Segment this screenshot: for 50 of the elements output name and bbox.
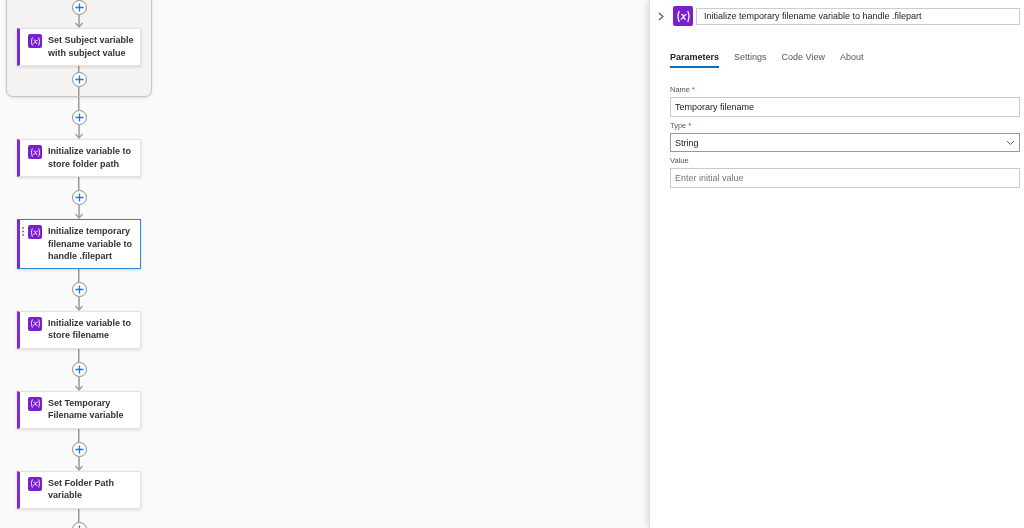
connector-line bbox=[77, 428, 81, 442]
plus-icon bbox=[74, 444, 84, 454]
action-card[interactable]: Set Folder Path variable bbox=[17, 470, 141, 509]
add-step-button[interactable] bbox=[71, 190, 87, 205]
action-title: Set Temporary Filename variable bbox=[48, 396, 125, 422]
action-title: Initialize temporary filename variable to handle .filepart bbox=[48, 225, 134, 263]
connector-line bbox=[77, 177, 81, 190]
action-card[interactable]: Initialize temporary filename variable to handle .filepart bbox=[17, 219, 141, 269]
add-step-button[interactable] bbox=[71, 281, 87, 297]
tab[interactable]: Code View bbox=[781, 52, 825, 68]
connector-line bbox=[77, 66, 81, 72]
variable-icon bbox=[28, 34, 42, 48]
action-title: Set Folder Path variable bbox=[48, 476, 115, 502]
add-step-button[interactable] bbox=[71, 110, 87, 125]
type-dropdown[interactable]: String bbox=[670, 133, 1020, 152]
tab[interactable]: About bbox=[839, 52, 864, 68]
connector-line bbox=[77, 508, 81, 522]
tab[interactable]: Parameters bbox=[670, 52, 720, 68]
input-field[interactable]: Enter initial value bbox=[670, 168, 1020, 188]
add-step-button[interactable] bbox=[71, 361, 87, 377]
plus-icon bbox=[74, 3, 84, 12]
add-step-button[interactable] bbox=[71, 72, 87, 87]
variable-icon bbox=[28, 145, 42, 159]
action-title: Initialize variable to store folder path bbox=[48, 145, 133, 170]
plus-icon bbox=[74, 113, 84, 122]
action-card[interactable]: Set Temporary Filename variable bbox=[17, 390, 141, 429]
chevron-down-icon bbox=[1006, 139, 1015, 146]
plus-icon bbox=[74, 193, 84, 202]
variable-icon bbox=[28, 316, 42, 331]
plus-icon bbox=[74, 284, 84, 294]
action-card[interactable]: Initialize variable to store filename bbox=[17, 310, 141, 349]
variable-icon bbox=[28, 476, 42, 491]
add-step-button[interactable] bbox=[71, 441, 87, 457]
action-title: Initialize variable to store filename bbox=[48, 316, 133, 342]
plus-icon bbox=[74, 364, 84, 374]
action-title: Set Subject variable with subject value bbox=[48, 34, 134, 59]
tab[interactable]: Settings bbox=[734, 52, 767, 68]
chevron-right-icon[interactable] bbox=[658, 11, 664, 21]
connector-line bbox=[77, 348, 81, 362]
action-card[interactable]: Initialize variable to store folder path bbox=[17, 139, 141, 177]
variable-icon bbox=[28, 396, 42, 411]
add-step-button[interactable] bbox=[71, 0, 87, 15]
variable-icon bbox=[28, 225, 42, 239]
variable-icon bbox=[673, 6, 693, 26]
action-title-field[interactable]: Initialize temporary filename variable to handle .filepart bbox=[696, 7, 1020, 25]
plus-icon bbox=[74, 75, 84, 84]
action-card[interactable]: Set Subject variable with subject value bbox=[17, 28, 141, 66]
connector-line bbox=[77, 268, 81, 282]
input-field[interactable]: Temporary filename bbox=[670, 97, 1020, 117]
drag-handle-icon[interactable] bbox=[22, 227, 24, 236]
